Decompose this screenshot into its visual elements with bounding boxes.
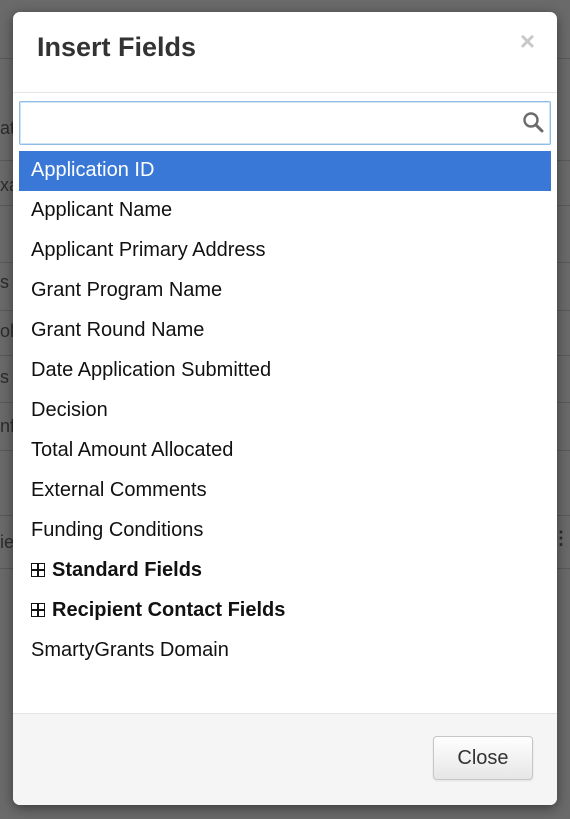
grid-expand-icon — [31, 603, 45, 617]
search-field — [19, 101, 551, 145]
field-item-label: Grant Round Name — [31, 319, 205, 341]
search-input[interactable] — [20, 102, 550, 144]
field-item-applicant-name[interactable]: Applicant Name — [19, 191, 551, 231]
search-icon[interactable] — [522, 111, 544, 133]
field-item-grant-round-name[interactable]: Grant Round Name — [19, 311, 551, 351]
field-group-standard-fields[interactable]: Standard Fields — [19, 551, 551, 591]
grid-expand-icon — [31, 563, 45, 577]
field-item-application-id[interactable]: Application ID — [19, 151, 551, 191]
field-item-external-comments[interactable]: External Comments — [19, 471, 551, 511]
field-item-applicant-primary-address[interactable]: Applicant Primary Address — [19, 231, 551, 271]
field-item-label: Date Application Submitted — [31, 359, 272, 381]
field-item-label: Total Amount Allocated — [31, 439, 234, 461]
field-group-label: Recipient Contact Fields — [52, 599, 286, 621]
field-item-label: Applicant Primary Address — [31, 239, 266, 261]
field-item-smartygrants-domain[interactable]: SmartyGrants Domain — [19, 631, 551, 671]
field-list: Application ID Applicant Name Applicant … — [19, 151, 551, 671]
field-item-date-application-submitted[interactable]: Date Application Submitted — [19, 351, 551, 391]
field-group-recipient-contact-fields[interactable]: Recipient Contact Fields — [19, 591, 551, 631]
dialog-header: Insert Fields × — [13, 12, 557, 93]
bg-text-fragment: ie — [0, 532, 15, 552]
close-button[interactable]: Close — [433, 736, 533, 780]
insert-fields-dialog: Insert Fields × Application ID Applicant… — [13, 12, 557, 805]
field-item-label: Application ID — [31, 159, 155, 181]
field-group-label: Standard Fields — [52, 559, 203, 581]
field-item-label: Grant Program Name — [31, 279, 223, 301]
field-item-label: SmartyGrants Domain — [31, 639, 229, 661]
field-item-decision[interactable]: Decision — [19, 391, 551, 431]
dialog-title: Insert Fields — [37, 32, 197, 62]
field-item-label: External Comments — [31, 479, 207, 501]
field-item-label: Funding Conditions — [31, 519, 204, 541]
field-item-label: Decision — [31, 399, 108, 421]
field-item-funding-conditions[interactable]: Funding Conditions — [19, 511, 551, 551]
field-item-grant-program-name[interactable]: Grant Program Name — [19, 271, 551, 311]
field-item-total-amount-allocated[interactable]: Total Amount Allocated — [19, 431, 551, 471]
close-icon[interactable]: × — [520, 26, 535, 56]
dialog-footer: Close — [13, 713, 557, 805]
field-item-label: Applicant Name — [31, 199, 173, 221]
